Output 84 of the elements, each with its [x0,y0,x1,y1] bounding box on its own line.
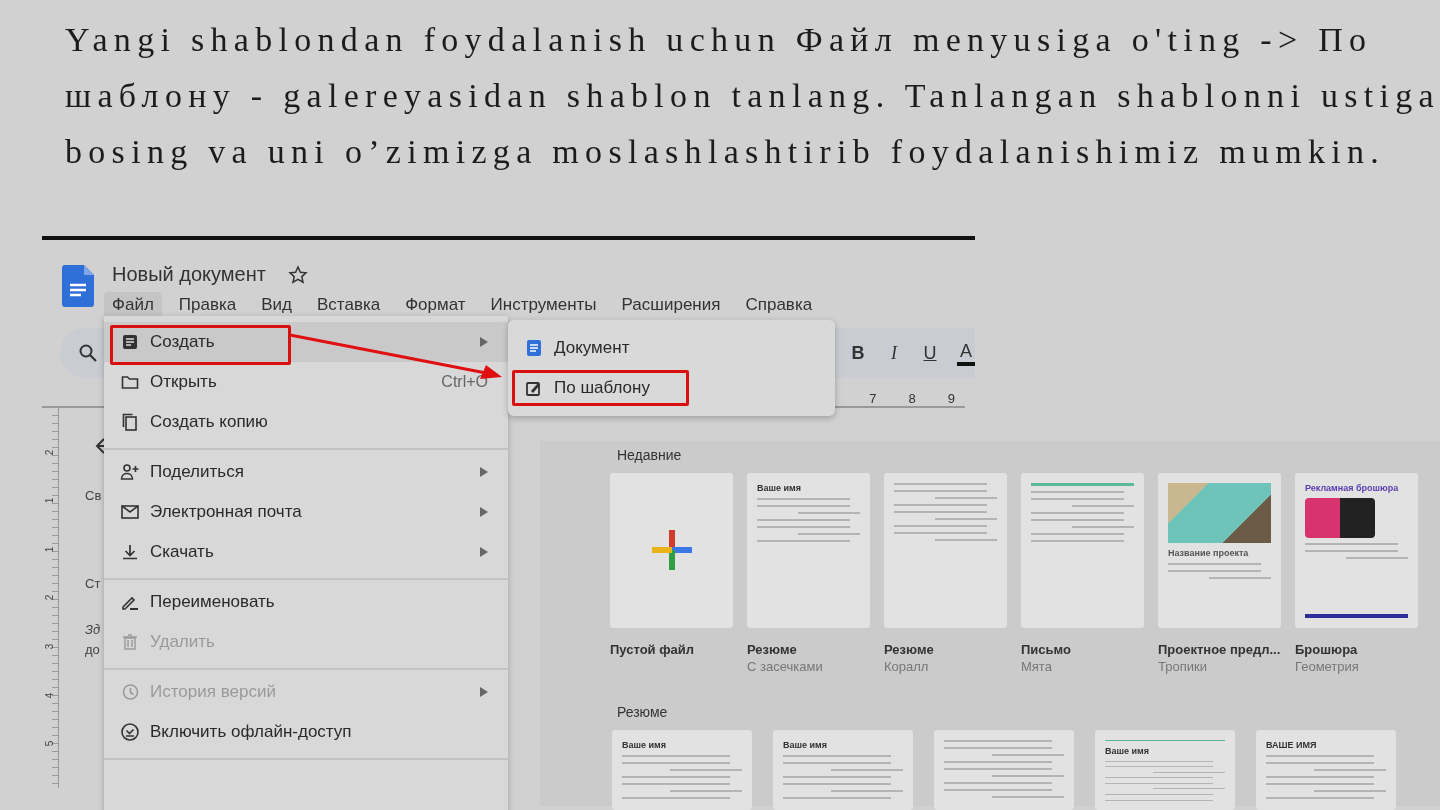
template-title[interactable]: Брошюра [1295,642,1418,657]
preview-heading: Ваше имя [1105,745,1150,756]
outline-text: до [85,642,100,657]
template-title[interactable]: Проектное предл... [1158,642,1281,657]
ruler-number: 9 [947,391,955,406]
menu-bar-item[interactable]: Инструменты [482,292,605,318]
preview-heading: Ваше имя [622,740,667,750]
trash-icon [120,632,140,652]
menu-item[interactable]: Создать копию [104,402,508,442]
template-preview[interactable]: Ваше имя [612,730,752,810]
menu-bar-item[interactable]: Справка [737,292,821,318]
menu-bar-item[interactable]: Правка [170,292,245,318]
star-icon[interactable] [287,264,308,285]
template-subtitle: Коралл [884,659,930,674]
menu-bar-item[interactable]: Расширения [613,292,729,318]
document-title[interactable]: Новый документ [112,263,266,286]
ruler-number: 2 [44,449,56,456]
preview-heading: Ваше имя [783,740,828,750]
menu-item[interactable]: Скачать [104,532,508,572]
template-title[interactable]: Письмо [1021,642,1144,657]
template-preview[interactable]: Ваше имя [747,473,870,628]
ruler-number: 7 [869,391,877,406]
check-circle-icon [120,722,140,742]
menu-bar-item[interactable]: Файл [104,292,162,318]
template-preview[interactable]: ВАШЕ ИМЯ [1256,730,1396,810]
preview-heading: Ваше имя [757,483,802,493]
template-preview[interactable]: Название проекта [1158,473,1281,628]
template-title[interactable]: Резюме [884,642,1007,657]
template-preview[interactable]: Рекламная брошюра [1295,473,1418,628]
ruler-number: 8 [908,391,916,406]
template-subtitle: Геометрия [1295,659,1360,674]
template-preview[interactable] [884,473,1007,628]
shortcut-text: Ctrl+O [441,373,488,391]
menu-bar-item[interactable]: Вид [253,292,300,318]
template-subtitle: Тропики [1158,659,1208,674]
format-button[interactable]: A [957,340,975,366]
menu-item[interactable]: Включить офлайн-доступ [104,712,508,752]
template-preview[interactable] [1021,473,1144,628]
menu-item[interactable]: Электронная почта [104,492,508,532]
instruction-text: Yangi shablondan foydalanish uchun Файл menyusiga o'ting -> По шаблону - galereyasidan shablon tanlang. Tanlangan shablonni ustiga bosing va uni o’zimizga moslashlashtirib foydalanishimiz mumkin. [64,20,1440,172]
copy-icon [120,412,140,432]
template-subtitle: С засечками [747,659,824,674]
outline-text: Зд [85,622,101,637]
phone-drawing [1305,498,1375,538]
plus-icon [651,530,692,570]
envelope-icon [120,502,140,522]
section-title: Резюме [617,704,669,720]
format-button[interactable]: U [921,342,939,364]
outline-text: Ст [85,576,101,591]
template-title[interactable]: Пустой файл [610,642,733,657]
docs-logo-icon[interactable] [62,265,94,307]
format-button[interactable]: B [849,342,867,364]
document-icon [524,338,544,358]
menu-item[interactable]: По шаблону [508,368,835,408]
template-title[interactable]: Резюме [747,642,870,657]
ruler-number: 2 [44,595,56,601]
format-button[interactable]: I [885,342,903,364]
menu-bar-item[interactable]: Формат [397,292,474,318]
section-title: Недавние [617,447,683,463]
template-preview[interactable] [610,473,733,628]
clock-icon [120,682,140,702]
preview-heading: Название проекта [1168,548,1250,558]
menu-item[interactable]: Поделиться [104,452,508,492]
outline-text: Св [85,488,102,503]
search-icon[interactable] [78,343,98,363]
download-icon [120,542,140,562]
preview-heading: ВАШЕ ИМЯ [1266,740,1318,750]
template-preview[interactable]: Ваше имя [773,730,913,810]
template-preview[interactable]: Ваше имя [1095,730,1235,810]
ruler-number: 5 [44,740,56,747]
ruler-number: 3 [44,643,56,650]
menu-item[interactable]: Документ [508,328,835,368]
menu-item[interactable]: Переименовать [104,582,508,622]
template-subtitle: Мята [1021,659,1053,674]
person-plus-icon [120,462,140,482]
preview-heading: Рекламная брошюра [1305,483,1400,493]
menu-bar-item[interactable]: Вставка [309,292,389,318]
menu-item[interactable]: Открыть Ctrl+O [104,362,508,402]
ruler-number: 1 [44,546,56,553]
template-preview[interactable] [934,730,1074,810]
ruler-number: 1 [44,498,56,504]
document-icon [120,332,140,352]
menu-item[interactable]: Создать [104,322,508,362]
ruler-number: 4 [44,692,56,698]
